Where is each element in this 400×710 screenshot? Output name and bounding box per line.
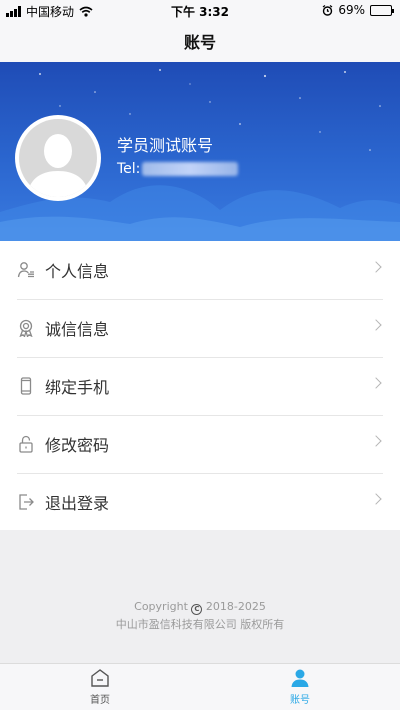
- battery-icon: [370, 4, 394, 16]
- chevron-right-icon: [370, 493, 382, 505]
- menu-item-label: 诚信信息: [45, 320, 110, 339]
- badge-icon: [17, 319, 35, 337]
- user-name: 学员测试账号: [117, 136, 214, 155]
- default-avatar-icon: [19, 119, 97, 197]
- status-right: 69%: [322, 3, 394, 17]
- tel-number-blurred: [142, 162, 239, 176]
- copyright-years: 2018-2025: [205, 600, 266, 613]
- menu-item-credit-info[interactable]: 诚信信息: [0, 299, 400, 357]
- page-title: 账号: [183, 33, 216, 52]
- logout-icon: [17, 493, 35, 511]
- lock-icon: [17, 435, 35, 453]
- chevron-right-icon: [370, 319, 382, 331]
- chevron-right-icon: [370, 435, 382, 447]
- status-bar: 中国移动 下午 3:32 69%: [0, 0, 400, 20]
- copyright-line: Copyright C 2018-2025: [0, 598, 400, 616]
- battery-percent: 69%: [338, 3, 365, 17]
- menu-item-bind-phone[interactable]: 绑定手机: [0, 357, 400, 415]
- menu-item-label: 个人信息: [45, 262, 110, 281]
- menu-item-label: 绑定手机: [45, 378, 110, 397]
- chevron-right-icon: [370, 377, 382, 389]
- menu-item-personal-info[interactable]: 个人信息: [0, 241, 400, 299]
- copyright-symbol-icon: C: [191, 603, 203, 615]
- menu-item-label: 修改密码: [45, 436, 110, 455]
- tel-label: Tel:: [117, 161, 141, 177]
- tab-bar: 首页 账号: [0, 663, 400, 710]
- menu-item-logout[interactable]: 退出登录: [0, 473, 400, 531]
- alarm-icon: [322, 4, 333, 16]
- chevron-right-icon: [370, 261, 382, 273]
- copyright-footer: Copyright C 2018-2025 中山市盈信科技有限公司 版权所有: [0, 598, 400, 634]
- account-icon: [291, 669, 309, 687]
- tab-home[interactable]: 首页: [0, 664, 200, 710]
- account-menu: 个人信息 诚信信息 绑定手机 修改密码 退出登录: [0, 241, 400, 530]
- profile-banner: 学员测试账号 Tel:: [0, 62, 400, 241]
- menu-item-change-password[interactable]: 修改密码: [0, 415, 400, 473]
- nav-bar: 账号: [0, 20, 400, 62]
- menu-item-label: 退出登录: [45, 494, 110, 513]
- avatar[interactable]: [15, 115, 101, 201]
- copyright-prefix: Copyright: [134, 600, 188, 613]
- phone-icon: [17, 377, 35, 395]
- company-line: 中山市盈信科技有限公司 版权所有: [115, 618, 285, 631]
- home-icon: [91, 669, 109, 687]
- tab-account[interactable]: 账号: [200, 664, 400, 710]
- tab-label: 账号: [290, 695, 310, 706]
- person-icon: [17, 261, 35, 279]
- user-tel: Tel:: [117, 161, 239, 177]
- tab-label: 首页: [90, 695, 110, 706]
